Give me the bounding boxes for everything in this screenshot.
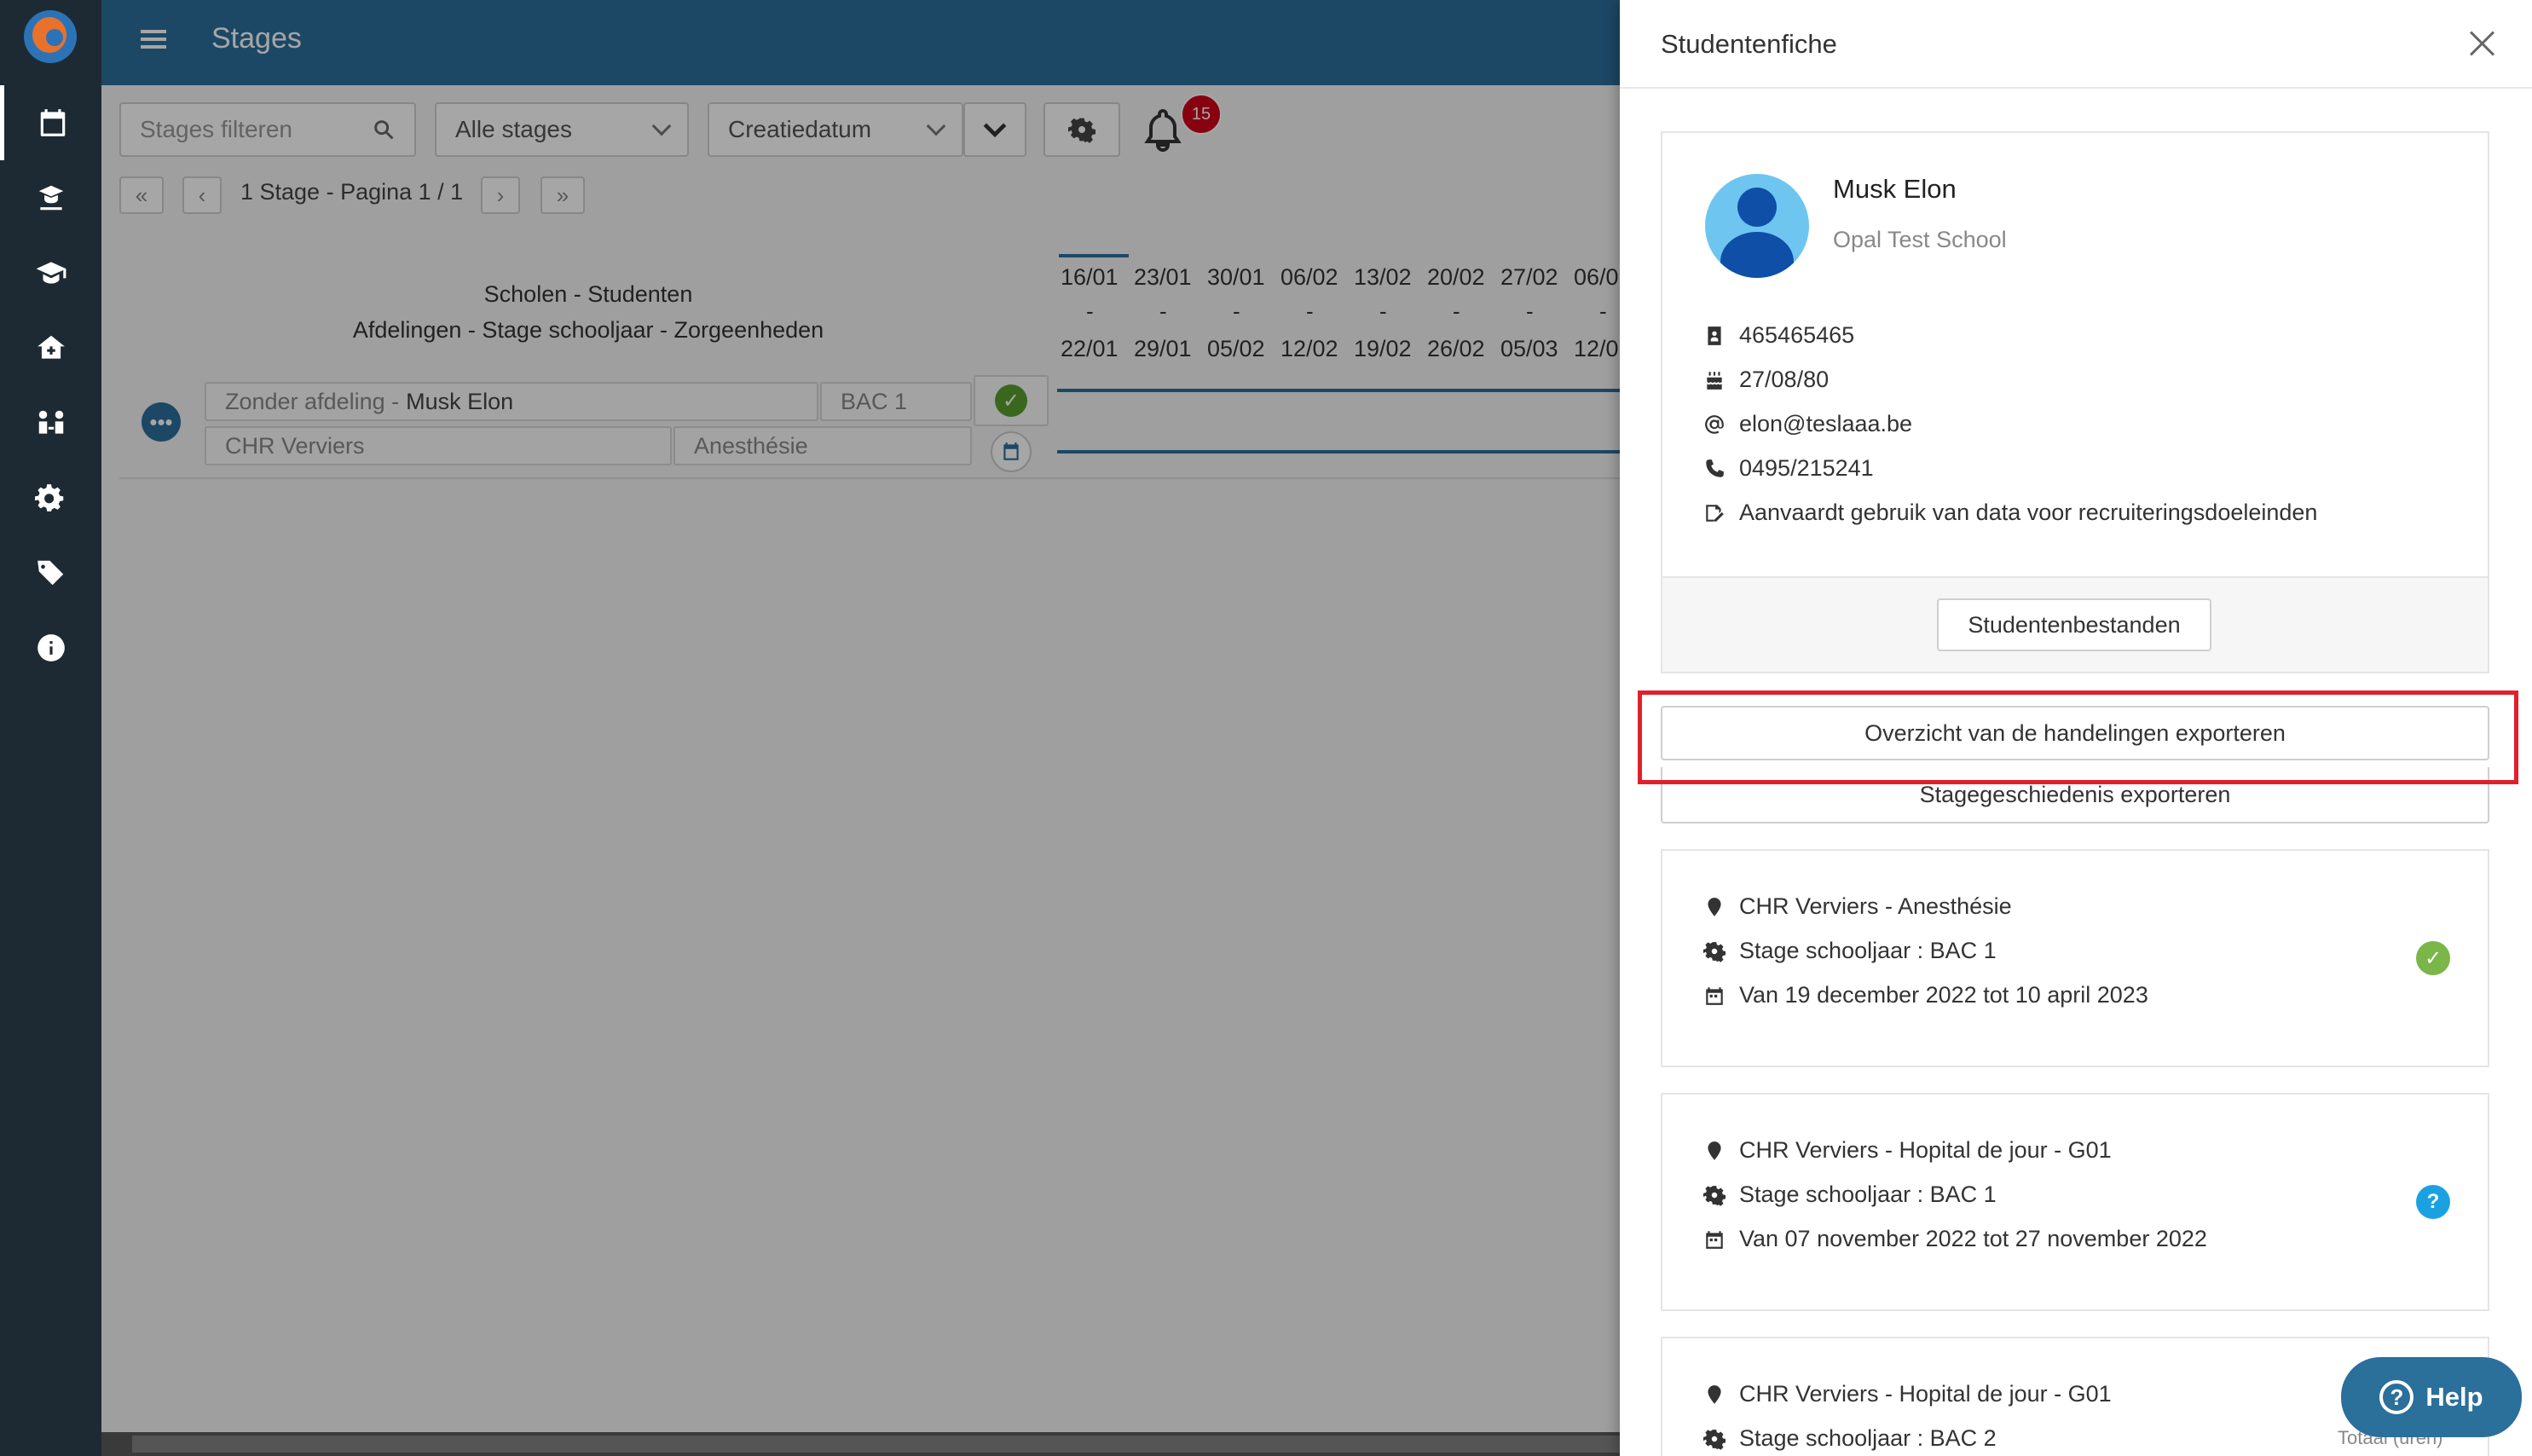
app-logo[interactable]	[24, 10, 77, 63]
files-strip: Studentenbestanden	[1662, 576, 2488, 672]
gear-icon	[1703, 1185, 1726, 1206]
student-email[interactable]: elon@teslaaa.be	[1739, 411, 1912, 437]
internship-location-row: CHR Verviers - Hopital de jour - G01	[1703, 1137, 2112, 1164]
student-birthdate: 27/08/80	[1739, 367, 1830, 392]
check-icon: ✓	[2416, 941, 2450, 975]
birthday-cake-icon	[1707, 371, 1722, 390]
at-sign-icon	[1705, 414, 1724, 434]
student-id-row: 465465465	[1703, 322, 1854, 349]
calendar-icon	[1706, 1230, 1723, 1249]
help-label: Help	[2425, 1382, 2483, 1412]
calendar-icon	[1706, 986, 1723, 1005]
student-id: 465465465	[1739, 322, 1855, 348]
internship-period-row: Van 07 november 2022 tot 27 november 202…	[1703, 1226, 2207, 1252]
help-button[interactable]: ? Help	[2341, 1357, 2522, 1437]
internship-location-row: CHR Verviers - Anesthésie	[1703, 893, 2012, 920]
gear-icon	[1703, 1429, 1726, 1450]
internship-year: Stage schooljaar : BAC 2	[1739, 1425, 1997, 1451]
internship-year-row: Stage schooljaar : BAC 2	[1703, 1425, 1997, 1452]
internship-location: CHR Verviers - Hopital de jour - G01	[1739, 1381, 2112, 1407]
scrollbar-thumb[interactable]	[132, 1436, 1620, 1453]
side-navigation	[0, 0, 101, 1456]
highlight-box	[1638, 690, 2518, 784]
nav-graduation-icon[interactable]	[0, 235, 101, 310]
internship-year-row: Stage schooljaar : BAC 1	[1703, 1182, 1997, 1208]
nav-hospital-icon[interactable]	[0, 310, 101, 385]
internship-location: CHR Verviers - Hopital de jour - G01	[1739, 1137, 2112, 1163]
close-icon[interactable]	[2464, 26, 2500, 61]
student-phone[interactable]: 0495/215241	[1739, 455, 1874, 482]
internship-period-row: Van 19 december 2022 tot 10 april 2023	[1703, 982, 2148, 1008]
internship-year: Stage schooljaar : BAC 1	[1739, 938, 1997, 963]
student-files-button[interactable]: Studentenbestanden	[1937, 598, 2211, 651]
internship-period: Van 07 november 2022 tot 27 november 202…	[1739, 1226, 2207, 1251]
gear-icon	[1703, 941, 1726, 962]
email-row: elon@teslaaa.be	[1703, 411, 1912, 437]
birthdate-row: 27/08/80	[1703, 367, 1829, 393]
phone-row: 0495/215241	[1703, 455, 1874, 482]
internship-year-row: Stage schooljaar : BAC 1	[1703, 938, 1997, 964]
id-card-icon	[1708, 326, 1721, 345]
phone-icon	[1706, 459, 1724, 477]
nav-calendar-icon[interactable]	[0, 85, 101, 160]
horizontal-scrollbar[interactable]	[101, 1432, 1620, 1456]
panel-title: Studentenfiche	[1661, 29, 1837, 59]
consent-row: Aanvaardt gebruik van data voor recruite…	[1703, 500, 2317, 526]
nav-info-icon[interactable]	[0, 610, 101, 685]
internship-location: CHR Verviers - Anesthésie	[1739, 893, 2012, 919]
map-marker-icon	[1708, 1141, 1721, 1160]
internship-card[interactable]: CHR Verviers - Hopital de jour - G01 Sta…	[1661, 1093, 2489, 1311]
signature-icon	[1706, 504, 1724, 522]
map-marker-icon	[1708, 897, 1721, 916]
student-consent: Aanvaardt gebruik van data voor recruite…	[1739, 500, 2318, 525]
nav-student-icon[interactable]	[0, 160, 101, 235]
panel-header: Studentenfiche	[1620, 0, 2532, 89]
internship-location-row: CHR Verviers - Hopital de jour - G01	[1703, 1381, 2112, 1407]
internship-card[interactable]: CHR Verviers - Anesthésie Stage schoolja…	[1661, 849, 2489, 1067]
internship-period: Van 19 december 2022 tot 10 april 2023	[1739, 982, 2148, 1008]
nav-tags-icon[interactable]	[0, 535, 101, 610]
avatar	[1705, 174, 1809, 278]
question-icon: ?	[2379, 1380, 2414, 1414]
student-name: Musk Elon	[1833, 174, 1957, 204]
student-school: Opal Test School	[1833, 227, 2007, 252]
internship-year: Stage schooljaar : BAC 1	[1739, 1182, 1997, 1207]
map-marker-icon	[1708, 1384, 1721, 1404]
question-icon: ?	[2416, 1185, 2450, 1219]
nav-settings-icon[interactable]	[0, 460, 101, 535]
student-card: Musk Elon Opal Test School 465465465 27/…	[1661, 131, 2489, 673]
modal-overlay[interactable]	[101, 0, 1620, 1456]
nav-users-link-icon[interactable]	[0, 385, 101, 460]
